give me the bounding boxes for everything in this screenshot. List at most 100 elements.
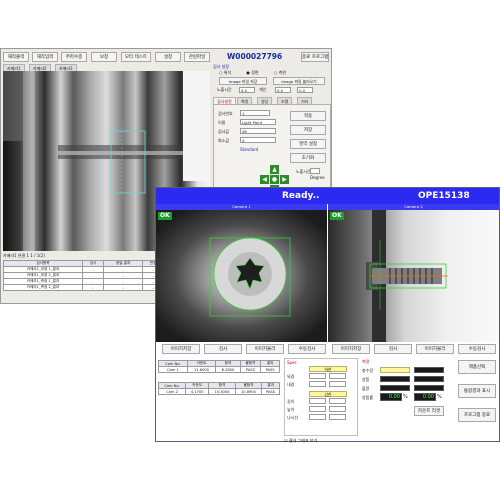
spec-panel: Spec 하한 외경 내경 상한 길이 높이 나사산: [284, 358, 358, 436]
form-label-value: 검사값: [218, 129, 230, 134]
product-select-button[interactable]: 제품선택: [458, 360, 496, 374]
table-cell: Cam 2: [157, 388, 187, 395]
table-cell: PASS: [239, 366, 262, 373]
spec-max-1[interactable]: [329, 373, 346, 379]
spec-min-4[interactable]: [309, 406, 326, 412]
offset-input[interactable]: 0.0: [297, 87, 313, 93]
toolbar-button-7[interactable]: 관련파일: [184, 52, 210, 62]
camera2-image: [328, 210, 499, 342]
spec-min-3[interactable]: [309, 398, 326, 404]
count-reset-button[interactable]: 카운트 리셋: [414, 406, 444, 416]
settings-tabs: 검사설정 측정 영상 조명 기타: [213, 97, 331, 104]
camera2-view[interactable]: Camera 2 OK: [328, 204, 499, 342]
camera1-view[interactable]: Camera 1 OK: [156, 204, 327, 342]
result-label-total: 총수량: [362, 368, 374, 373]
center-icon[interactable]: ●: [270, 175, 279, 184]
spec-max-5[interactable]: [329, 414, 346, 420]
camera2-inspect-button[interactable]: 검사: [374, 344, 412, 354]
yield-percent-1: %: [403, 394, 408, 400]
tab-etc[interactable]: 기타: [297, 97, 313, 104]
name-select[interactable]: Light Point: [240, 119, 276, 125]
result-label-yield: 양품률: [362, 395, 374, 400]
inspection-window: Ready.. OPE15138 Camera 1 OK Camera 2 OK…: [155, 187, 500, 443]
total-result-button[interactable]: 통합결과 표시: [458, 384, 496, 398]
result-title: 측정: [362, 359, 370, 364]
spec-max-2[interactable]: [329, 381, 346, 387]
graph-checkbox[interactable]: ☑ 결과 그래프 보기: [284, 438, 364, 443]
toolbar-button-4[interactable]: 보정: [91, 52, 117, 62]
close-program-button[interactable]: 종료 프로그램: [301, 52, 329, 62]
graph-checkbox-label: 결과 그래프 보기: [288, 438, 318, 443]
radio-1[interactable]: ○ 위치: [219, 70, 231, 75]
toolbar-button-3[interactable]: 주파수종: [61, 52, 87, 62]
load-image-button[interactable]: Image 파일 불러오기: [273, 77, 325, 85]
form-label-min: 최소값: [218, 138, 230, 143]
value-input[interactable]: 46: [240, 128, 276, 134]
camera1-image: [156, 210, 327, 342]
table-cell: 10.3000: [208, 388, 236, 395]
exposure-degree-input[interactable]: [310, 168, 320, 174]
reset-button[interactable]: 초기화: [290, 153, 326, 163]
toolbar-button-6[interactable]: 설정: [155, 52, 181, 62]
spec-min-5[interactable]: [309, 414, 326, 420]
camera2-result-table: Cam No. 카운트 합격 불합격 결과 Cam 2 4.1700 10.30…: [157, 382, 280, 395]
input-label-exposure: 노출시간: [217, 87, 232, 92]
radio-2[interactable]: ● 정면: [246, 70, 258, 75]
camera1-result-table: Cam No. 카운트 합격 불합격 결과 Cam 1 11.6000 8.28…: [158, 360, 280, 373]
tab-light[interactable]: 조명: [277, 97, 293, 104]
arrow-up-icon[interactable]: ▲: [270, 165, 279, 174]
spec-label-2: 내경: [287, 382, 295, 387]
radio-3[interactable]: ○ 측면: [274, 70, 286, 75]
arrow-right-icon[interactable]: ▶: [280, 175, 289, 184]
min-input[interactable]: 4: [240, 137, 276, 143]
tab-image[interactable]: 영상: [257, 97, 273, 104]
save-button[interactable]: 저장: [290, 125, 326, 135]
spec-head-2: 상한: [309, 391, 347, 397]
spec-label-4: 높이: [287, 407, 295, 412]
camera1-load-image-button[interactable]: 이미지불러: [246, 344, 284, 354]
tab-inspection-settings[interactable]: 검사설정: [213, 97, 236, 104]
radio-1-label: 위치: [223, 70, 232, 75]
tab-measure[interactable]: 측정: [237, 97, 253, 104]
camera2-manual-inspect-button[interactable]: 수동검사: [458, 344, 496, 354]
save-image-button[interactable]: Image 파일 저장: [219, 77, 267, 85]
camera2-save-image-button[interactable]: 이미지저장: [332, 344, 370, 354]
area-setting-button[interactable]: 영역 설정: [290, 139, 326, 149]
table-cell: 8.2800: [215, 366, 241, 373]
spec-min-2[interactable]: [309, 381, 326, 387]
yield-percent-2: %: [437, 394, 442, 400]
radio-group: ○ 위치 ● 정면 ○ 측면: [219, 70, 329, 76]
camera1-ok-badge: OK: [158, 212, 172, 220]
result-label-good: 양품: [362, 377, 370, 382]
standard-label: Standard: [240, 147, 259, 152]
yield-value-1: 0.00: [380, 393, 402, 401]
camera1-inspect-button[interactable]: 검사: [204, 344, 242, 354]
spec-max-3[interactable]: [329, 398, 346, 404]
tab-camera3[interactable]: 카메라3: [55, 64, 77, 71]
camera2-load-image-button[interactable]: 이미지불러: [416, 344, 454, 354]
arrow-left-icon[interactable]: ◀: [260, 175, 269, 184]
camera1-manual-inspect-button[interactable]: 수동검사: [288, 344, 326, 354]
table-cell: -: [81, 284, 105, 291]
toolbar-button-5[interactable]: 모터 테스트: [121, 52, 151, 62]
spec-min-1[interactable]: [309, 373, 326, 379]
total-count: [380, 367, 410, 373]
tab-camera1[interactable]: 카메라1: [3, 64, 25, 71]
exposure-unit: Degree: [310, 175, 325, 180]
window-title: OPE15138: [418, 191, 470, 201]
exit-program-button[interactable]: 프로그램 종료: [458, 408, 496, 422]
tab-camera2[interactable]: 카메라2: [29, 64, 51, 71]
total-count-display: [414, 367, 444, 373]
spec-max-4[interactable]: [329, 406, 346, 412]
good-count: [380, 376, 410, 382]
toolbar-button-2[interactable]: 재작입력: [32, 52, 58, 62]
spec-label-3: 길이: [287, 399, 295, 404]
toolbar-button-1[interactable]: 재작출력: [3, 52, 29, 62]
table-cell: PASS: [260, 366, 280, 373]
camera1-save-image-button[interactable]: 이미지저장: [162, 344, 200, 354]
apply-button[interactable]: 적용: [290, 111, 326, 121]
bad-count: [380, 385, 410, 391]
number-select[interactable]: 1: [240, 110, 270, 116]
exposure-input[interactable]: 4.0: [239, 87, 255, 93]
gain-input[interactable]: 0.0: [275, 87, 291, 93]
